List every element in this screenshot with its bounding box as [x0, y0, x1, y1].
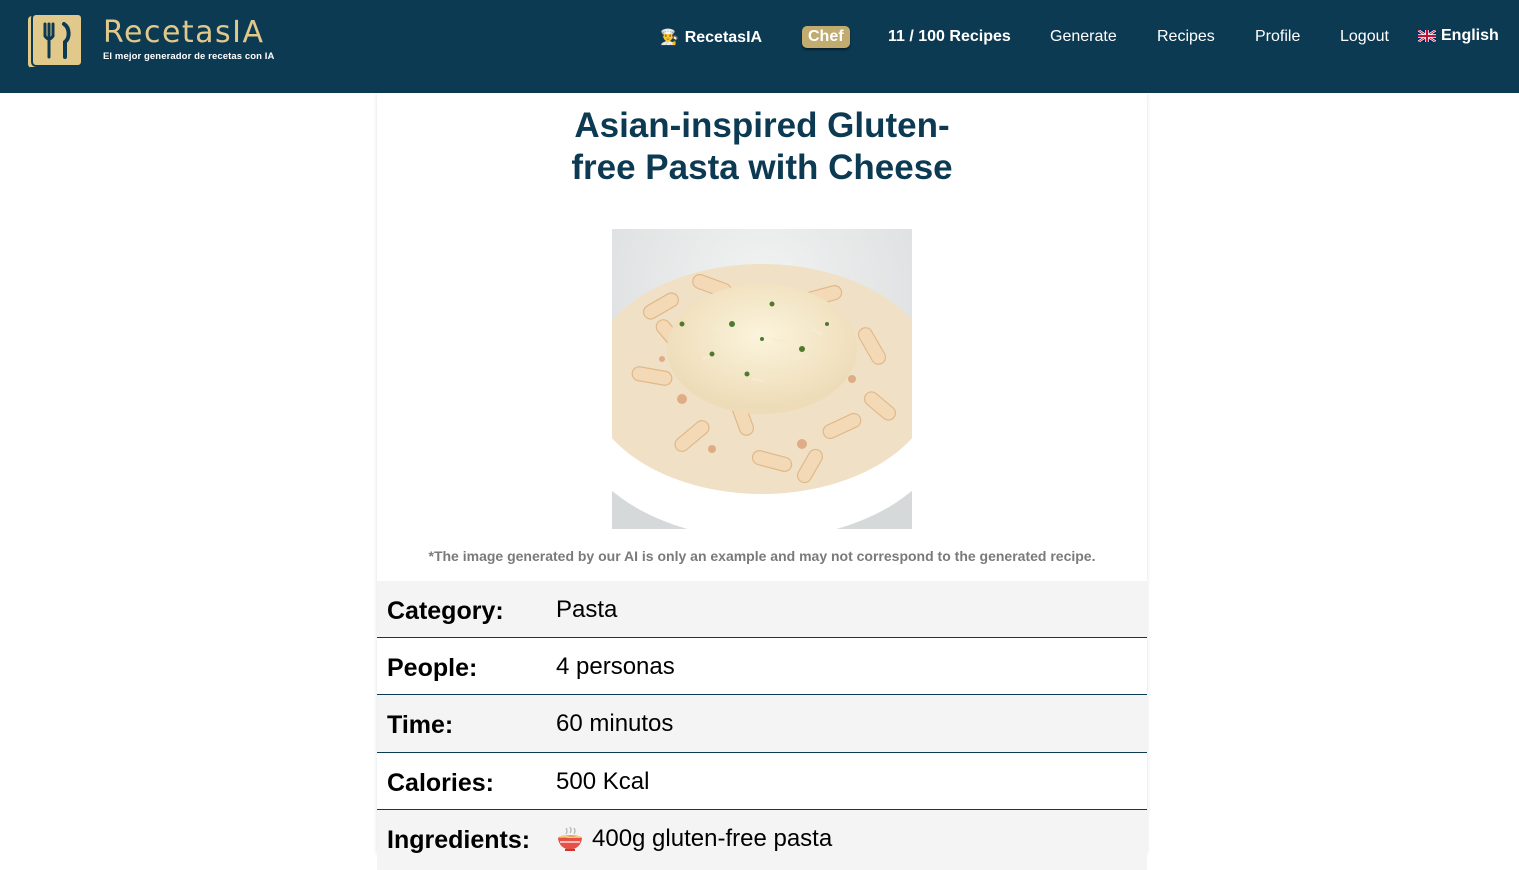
recipe-title-line-2: free Pasta with Cheese: [571, 148, 953, 187]
detail-label: Time:: [387, 711, 454, 739]
recipe-count: 11 / 100 Recipes: [888, 28, 1011, 45]
chef-emoji-icon: 👨‍🍳: [660, 29, 679, 46]
recipe-card: Asian-inspired Gluten- free Pasta with C…: [377, 93, 1147, 870]
uk-flag-icon: [1418, 30, 1436, 42]
site-logo[interactable]: RecetasIA El mejor generador de recetas …: [26, 12, 275, 72]
detail-row-time: Time: 60 minutos: [377, 695, 1147, 753]
nav-brand-link[interactable]: 👨‍🍳 RecetasIA: [660, 28, 762, 48]
detail-value-text: 4 personas: [556, 653, 675, 680]
language-selector[interactable]: English: [1418, 26, 1499, 46]
nav-generate-link[interactable]: Generate: [1050, 27, 1117, 47]
recipe-title: Asian-inspired Gluten- free Pasta with C…: [377, 105, 1147, 189]
detail-label: Calories:: [387, 769, 494, 797]
recipe-photo: [612, 229, 912, 529]
detail-value: 4 personas: [556, 653, 675, 681]
detail-row-calories: Calories: 500 Kcal: [377, 753, 1147, 810]
nav-recipes-link[interactable]: Recipes: [1157, 27, 1215, 47]
detail-label: Category:: [387, 597, 504, 625]
nav-logout-link[interactable]: Logout: [1340, 27, 1389, 47]
detail-label: Ingredients:: [387, 826, 531, 854]
top-nav-bar: RecetasIA El mejor generador de recetas …: [0, 0, 1519, 93]
nav-profile-link[interactable]: Profile: [1255, 27, 1300, 47]
fork-knife-book-icon: [28, 13, 83, 69]
pasta-photo: [612, 229, 912, 529]
ai-image-disclaimer: *The image generated by our AI is only a…: [428, 548, 1096, 564]
plan-badge: Chef: [802, 26, 850, 48]
noodle-bowl-icon: [558, 826, 582, 851]
nav-brand-label: RecetasIA: [684, 29, 763, 46]
detail-value: 400g gluten-free pasta: [556, 825, 832, 853]
logo-title: RecetasIA: [103, 15, 265, 50]
detail-value: 60 minutos: [556, 710, 673, 738]
detail-row-people: People: 4 personas: [377, 638, 1147, 695]
detail-value-text: 400g gluten-free pasta: [592, 825, 833, 852]
detail-label: People:: [387, 654, 478, 682]
detail-row-category: Category: Pasta: [377, 581, 1147, 638]
detail-value: Pasta: [556, 596, 617, 624]
language-label: English: [1441, 27, 1499, 44]
detail-value: 500 Kcal: [556, 768, 649, 796]
detail-value-text: Pasta: [556, 596, 618, 623]
detail-value-text: 500 Kcal: [556, 768, 650, 795]
detail-value-text: 60 minutos: [556, 710, 674, 737]
logo-subtitle: El mejor generador de recetas con IA: [103, 51, 275, 62]
recipe-title-line-1: Asian-inspired Gluten-: [574, 106, 950, 145]
detail-row-ingredients: Ingredients: 400g gluten-free pasta: [377, 810, 1147, 870]
